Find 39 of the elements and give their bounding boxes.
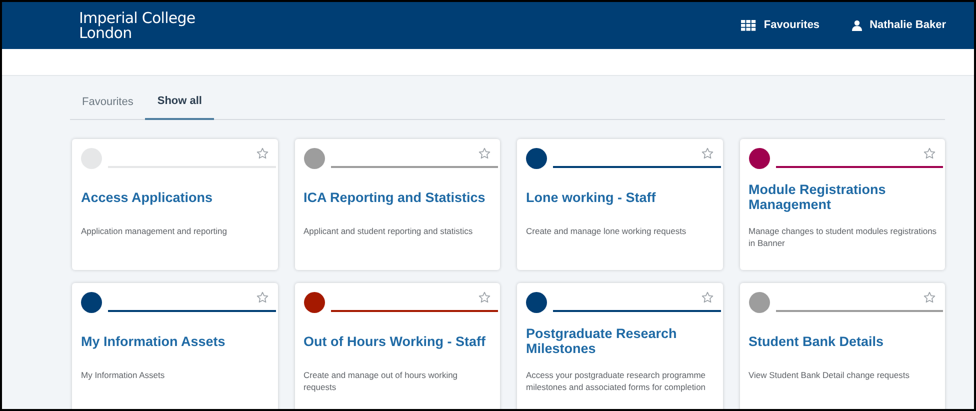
favourites-link[interactable]: Favourites bbox=[740, 17, 820, 34]
user-menu[interactable]: Nathalie Baker bbox=[852, 17, 946, 34]
app-card[interactable]: Out of Hours Working - Staff Create and manage out of hours working requests bbox=[294, 283, 500, 409]
app-card[interactable]: Student Bank Details View Student Bank Detail change requests bbox=[740, 283, 945, 409]
tab[interactable]: Show all bbox=[145, 85, 214, 120]
app-card[interactable]: Access Applications Application management and reporting bbox=[72, 139, 278, 270]
card-title[interactable]: Postgraduate Research Milestones bbox=[526, 326, 714, 356]
star-icon[interactable] bbox=[923, 291, 936, 304]
star-icon[interactable] bbox=[700, 291, 714, 304]
star-icon[interactable] bbox=[256, 291, 268, 304]
tab[interactable]: Favourites bbox=[70, 85, 146, 119]
star-icon[interactable] bbox=[478, 147, 491, 160]
card-title[interactable]: Lone working - Staff bbox=[526, 190, 656, 204]
card-description: Applicant and student reporting and statistics bbox=[304, 225, 474, 237]
star-icon[interactable] bbox=[478, 291, 491, 304]
card-description: Manage changes to student modules registrations in Banner bbox=[748, 225, 938, 249]
logo[interactable]: Imperial College London bbox=[79, 10, 196, 40]
card-description: Create and manage lone working requests bbox=[526, 225, 688, 237]
grid-icon bbox=[740, 20, 756, 31]
app-card[interactable]: Lone working - Staff Create and manage lone working requests bbox=[517, 139, 722, 270]
star-icon[interactable] bbox=[256, 147, 268, 160]
card-title[interactable]: Student Bank Details bbox=[748, 334, 884, 348]
card-description: Create and manage out of hours working requests bbox=[304, 369, 459, 393]
card-title[interactable]: Out of Hours Working - Staff bbox=[304, 334, 486, 348]
card-title[interactable]: My Information Assets bbox=[81, 334, 226, 348]
app-card[interactable]: Module Registrations Management Manage changes to student modules registrations in Banner bbox=[740, 139, 945, 270]
app-card[interactable]: ICA Reporting and Statistics Applicant and student reporting and statistics bbox=[294, 139, 500, 270]
app-card[interactable]: Postgraduate Research Milestones Access your postgraduate research programme milestones and associated forms for completion bbox=[517, 283, 722, 409]
star-icon[interactable] bbox=[923, 147, 936, 160]
star-icon[interactable] bbox=[700, 147, 714, 160]
user-icon bbox=[852, 20, 862, 31]
card-description: View Student Bank Detail change requests bbox=[748, 369, 910, 381]
app-card[interactable]: My Information Assets My Information Assets bbox=[72, 283, 278, 409]
card-description: Access your postgraduate research programme milestones and associated forms for completion bbox=[526, 369, 707, 393]
card-title[interactable]: Module Registrations Management bbox=[748, 182, 937, 212]
card-description: Application management and reporting bbox=[81, 225, 228, 237]
card-description: My Information Assets bbox=[81, 369, 166, 381]
card-title[interactable]: ICA Reporting and Statistics bbox=[304, 190, 486, 204]
card-title[interactable]: Access Applications bbox=[81, 190, 213, 204]
